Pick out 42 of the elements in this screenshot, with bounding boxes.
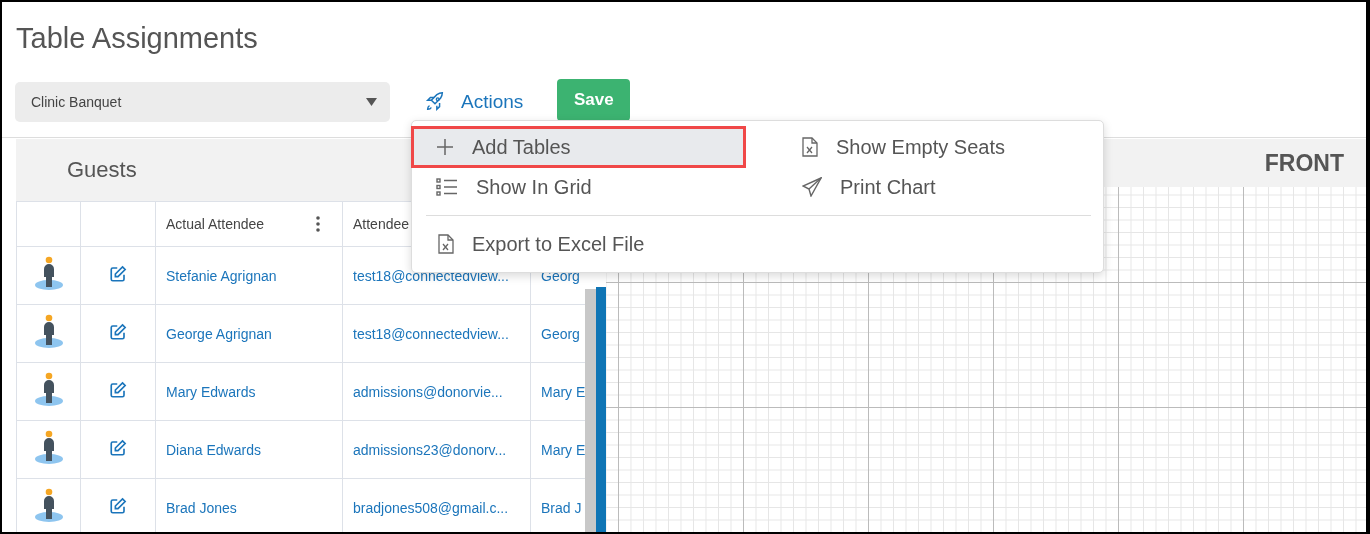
table-cell: Brad J bbox=[541, 499, 582, 516]
rocket-icon bbox=[424, 90, 446, 113]
menu-item[interactable]: Print Chart bbox=[778, 167, 1103, 207]
paper-plane-icon bbox=[802, 177, 822, 197]
column-header: Actual Attendee bbox=[166, 216, 265, 232]
menu-item[interactable]: Show In Grid bbox=[412, 167, 743, 207]
table-cell: Mary E bbox=[541, 441, 585, 458]
edit-icon[interactable] bbox=[109, 439, 127, 457]
plus-icon bbox=[436, 138, 454, 156]
edit-icon[interactable] bbox=[109, 323, 127, 341]
menu-item[interactable]: Show Empty Seats bbox=[778, 127, 1103, 167]
attendee-name[interactable]: Brad Jones bbox=[166, 499, 237, 516]
attendee-name[interactable]: Stefanie Agrignan bbox=[166, 267, 277, 284]
save-button[interactable]: Save bbox=[557, 78, 631, 121]
person-icon bbox=[33, 372, 64, 408]
table-cell: Georg bbox=[541, 325, 580, 342]
person-icon bbox=[33, 256, 64, 292]
actions-button[interactable]: Actions bbox=[424, 90, 524, 113]
list-icon bbox=[436, 178, 458, 196]
splitter-handle[interactable] bbox=[596, 287, 606, 532]
panel-title: Guests bbox=[67, 157, 137, 183]
attendee-name[interactable]: George Agrignan bbox=[166, 325, 272, 342]
edit-icon[interactable] bbox=[109, 497, 127, 515]
excel-file-icon bbox=[438, 234, 454, 254]
table-cell: Mary E bbox=[541, 383, 585, 400]
edit-icon[interactable] bbox=[109, 265, 127, 283]
person-icon bbox=[33, 430, 64, 466]
person-icon bbox=[33, 314, 64, 350]
excel-file-icon bbox=[802, 137, 818, 157]
caret-icon bbox=[366, 97, 377, 106]
front-label: FRONT bbox=[1264, 149, 1344, 177]
attendee-name[interactable]: Diana Edwards bbox=[166, 441, 261, 458]
event-select[interactable]: Clinic Banquet bbox=[15, 81, 390, 122]
menu-item[interactable]: Export to Excel File bbox=[412, 224, 1103, 264]
page-title: Table Assignments bbox=[15, 21, 259, 56]
kebab-menu-icon[interactable] bbox=[316, 216, 320, 232]
column-header: Attendee bbox=[353, 216, 410, 232]
attendee-name[interactable]: Mary Edwards bbox=[166, 383, 256, 400]
person-icon bbox=[33, 488, 64, 524]
edit-icon[interactable] bbox=[109, 381, 127, 399]
scrollbar[interactable] bbox=[585, 289, 596, 532]
menu-item[interactable]: Add Tables bbox=[412, 127, 745, 167]
